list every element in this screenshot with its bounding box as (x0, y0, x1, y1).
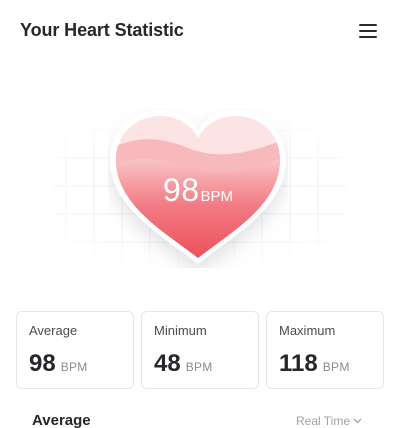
chevron-down-icon (353, 418, 362, 424)
stat-card-minimum[interactable]: Minimum 48 BPM (141, 311, 259, 389)
stat-label: Maximum (279, 323, 336, 338)
stat-label: Average (29, 323, 78, 338)
hamburger-menu-icon[interactable] (356, 22, 380, 40)
stat-value: 118 (279, 350, 318, 377)
stat-unit: BPM (322, 360, 350, 374)
stat-label: Minimum (154, 323, 207, 338)
stat-value: 48 (154, 350, 181, 377)
stat-value-row: 48 BPM (154, 350, 213, 378)
current-bpm-value: 98 (162, 172, 200, 208)
time-range-dropdown[interactable]: Real Time (296, 414, 362, 428)
chart-section-title: Average (32, 412, 91, 428)
stat-card-maximum[interactable]: Maximum 118 BPM (266, 311, 384, 389)
stat-value: 98 (29, 350, 56, 377)
page-title: Your Heart Statistic (20, 20, 184, 40)
stat-unit: BPM (60, 360, 88, 374)
stat-unit: BPM (185, 360, 213, 374)
time-range-selected: Real Time (296, 414, 351, 428)
current-bpm-unit: BPM (200, 188, 234, 205)
header: Your Heart Statistic (0, 0, 400, 62)
stat-value-row: 98 BPM (29, 350, 88, 378)
current-bpm-readout: 98BPM (108, 172, 288, 209)
stat-value-row: 118 BPM (279, 350, 350, 378)
stat-card-average[interactable]: Average 98 BPM (16, 311, 134, 389)
stat-cards: Average 98 BPM Minimum 48 BPM Maximum 118 B… (16, 311, 384, 389)
heart-rate-hero: 98BPM (0, 100, 400, 280)
heart-statistic-screen: Your Heart Statistic 98BPM Average 98 BP… (0, 0, 400, 428)
